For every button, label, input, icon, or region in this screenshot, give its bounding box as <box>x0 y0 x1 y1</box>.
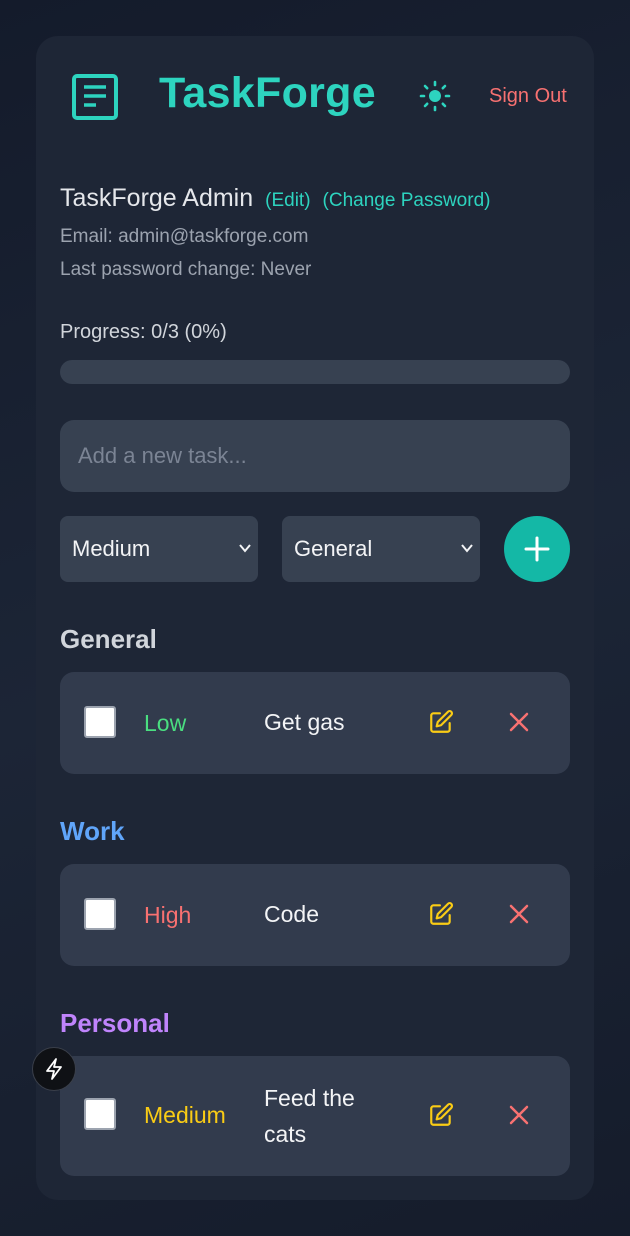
task-text: Get gas <box>264 709 345 735</box>
group-title-general: General <box>60 624 157 654</box>
edit-icon[interactable] <box>428 709 454 735</box>
change-password-link[interactable]: (Change Password) <box>323 190 491 212</box>
sign-out-button[interactable]: Sign Out <box>489 85 567 108</box>
close-icon[interactable] <box>508 903 530 925</box>
task-priority: High <box>144 902 192 928</box>
password-change-info: Last password change: Never <box>60 259 312 280</box>
task-text: Feed the cats <box>264 1085 355 1147</box>
task-text: Code <box>264 901 319 927</box>
chevron-down-icon <box>461 544 473 553</box>
chevron-down-icon <box>239 544 251 553</box>
user-name: TaskForge Admin <box>60 184 254 212</box>
task-priority: Low <box>144 710 187 736</box>
progress-label: Progress: 0/3 (0%) <box>60 321 227 343</box>
user-email: Email: admin@taskforge.com <box>60 226 309 247</box>
app-title: TaskForge <box>159 69 376 117</box>
close-icon[interactable] <box>508 711 530 733</box>
task-priority: Medium <box>144 1102 226 1128</box>
category-select-value: General <box>294 536 373 561</box>
task-item: Medium Feed the cats <box>60 1056 570 1176</box>
edit-profile-link[interactable]: (Edit) <box>265 190 310 212</box>
task-checkbox[interactable] <box>84 898 116 930</box>
plus-icon <box>524 536 550 562</box>
task-item: Low Get gas <box>60 672 570 774</box>
priority-select-value: Medium <box>72 536 151 561</box>
priority-select[interactable]: Medium <box>60 516 258 582</box>
bolt-icon <box>46 1058 62 1080</box>
edit-icon[interactable] <box>428 1102 454 1128</box>
add-task-button[interactable] <box>504 516 570 582</box>
dev-tools-badge[interactable] <box>32 1047 76 1091</box>
document-icon <box>72 74 118 120</box>
group-title-personal: Personal <box>60 1008 170 1038</box>
user-name-line: TaskForge Admin (Edit) (Change Password) <box>60 184 570 220</box>
task-checkbox[interactable] <box>84 706 116 738</box>
user-info: TaskForge Admin (Edit) (Change Password)… <box>60 184 570 286</box>
close-icon[interactable] <box>508 1104 530 1126</box>
main-card: TaskForge Sign Out TaskForge Admin (Edit… <box>36 36 594 1200</box>
task-checkbox[interactable] <box>84 1098 116 1130</box>
app-header: TaskForge Sign Out <box>72 69 582 134</box>
task-item: High Code <box>60 864 570 966</box>
group-title-work: Work <box>60 816 125 846</box>
edit-icon[interactable] <box>428 901 454 927</box>
new-task-input[interactable] <box>60 420 570 492</box>
progress-bar <box>60 360 570 384</box>
category-select[interactable]: General <box>282 516 480 582</box>
sun-icon[interactable] <box>419 80 451 112</box>
